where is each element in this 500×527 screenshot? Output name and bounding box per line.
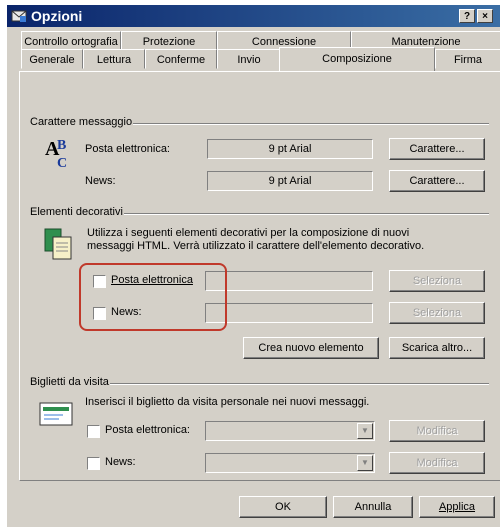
create-stationery-button[interactable]: Crea nuovo elemento xyxy=(243,337,379,359)
vcard-news-edit-button[interactable]: Modifica xyxy=(389,452,485,474)
tab-invio[interactable]: Invio xyxy=(217,49,281,69)
stationery-group-title: Elementi decorativi xyxy=(29,206,124,218)
vcard-email-label: Posta elettronica: xyxy=(105,424,190,436)
stationery-news-field xyxy=(205,303,373,323)
tab-protezione[interactable]: Protezione xyxy=(121,31,217,51)
download-stationery-button[interactable]: Scarica altro... xyxy=(389,337,485,359)
stationery-email-select-button[interactable]: Seleziona xyxy=(389,270,485,292)
options-dialog: Opzioni ? × Controllo ortografia Protezi… xyxy=(6,4,500,527)
chevron-down-icon[interactable]: ▼ xyxy=(357,455,373,471)
tab-generale[interactable]: Generale xyxy=(21,49,83,69)
cancel-button[interactable]: Annulla xyxy=(333,496,413,518)
stationery-news-select-button[interactable]: Seleziona xyxy=(389,302,485,324)
ok-button[interactable]: OK xyxy=(239,496,327,518)
tab-firma[interactable]: Firma xyxy=(435,49,500,69)
vcard-email-dropdown[interactable] xyxy=(205,421,375,441)
vcard-description: Inserisci il biglietto da visita persona… xyxy=(85,396,370,408)
tab-row-front: Generale Lettura Conferme Invio Composiz… xyxy=(21,47,500,71)
highlight-ring xyxy=(79,263,227,331)
vcard-group-title: Biglietti da visita xyxy=(29,376,110,388)
tab-lettura[interactable]: Lettura xyxy=(83,49,145,69)
font-news-button[interactable]: Carattere... xyxy=(389,170,485,192)
business-card-icon xyxy=(39,402,73,426)
stationery-description-1: Utilizza i seguenti elementi decorativi … xyxy=(87,227,410,239)
font-email-button[interactable]: Carattere... xyxy=(389,138,485,160)
vcard-news-label: News: xyxy=(105,456,136,468)
close-button[interactable]: × xyxy=(477,9,493,23)
vcard-email-edit-button[interactable]: Modifica xyxy=(389,420,485,442)
title-bar[interactable]: Opzioni ? × xyxy=(7,5,500,27)
vcard-email-checkbox[interactable] xyxy=(87,425,100,438)
font-group-title: Carattere messaggio xyxy=(29,116,134,128)
font-email-value: 9 pt Arial xyxy=(207,139,373,159)
apply-button[interactable]: Applica xyxy=(419,496,495,518)
svg-text:B: B xyxy=(57,138,66,153)
font-news-value: 9 pt Arial xyxy=(207,171,373,191)
font-icon: A B C xyxy=(45,138,67,169)
tab-controllo-ortografia[interactable]: Controllo ortografia xyxy=(21,31,121,51)
mail-app-icon xyxy=(11,10,27,22)
stationery-email-field xyxy=(205,271,373,291)
svg-text:C: C xyxy=(57,156,67,169)
vcard-news-checkbox[interactable] xyxy=(87,457,100,470)
chevron-down-icon[interactable]: ▼ xyxy=(357,423,373,439)
tab-composizione[interactable]: Composizione xyxy=(279,47,435,71)
font-news-label: News: xyxy=(85,175,116,187)
vcard-news-dropdown[interactable] xyxy=(205,453,375,473)
help-button[interactable]: ? xyxy=(459,9,475,23)
tab-conferme[interactable]: Conferme xyxy=(145,49,217,69)
window-title: Opzioni xyxy=(31,8,83,24)
font-email-label: Posta elettronica: xyxy=(85,143,170,155)
stationery-icon xyxy=(44,228,72,260)
stationery-description-2: messaggi HTML. Verrà utilizzato il carat… xyxy=(87,240,425,252)
